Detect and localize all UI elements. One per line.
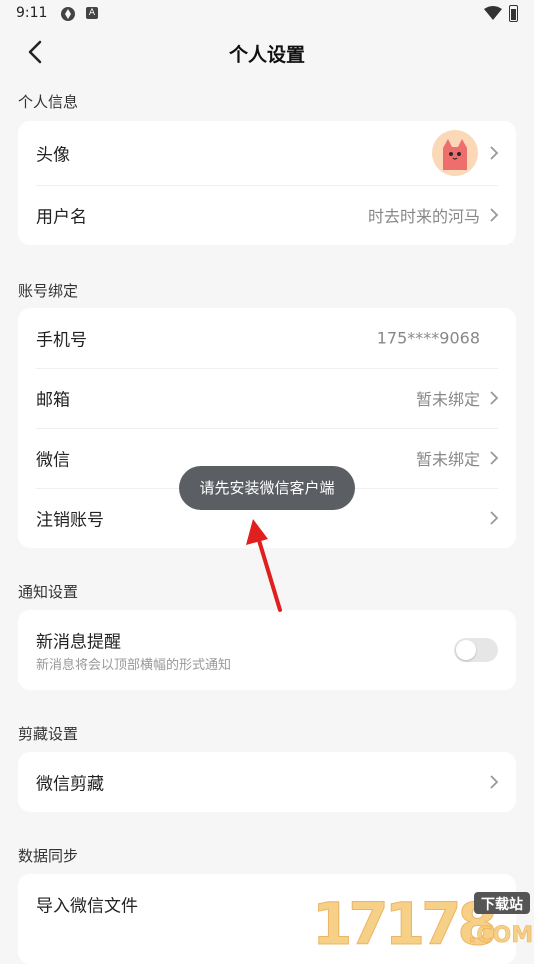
row-email[interactable]: 邮箱 暂未绑定 [18,368,516,428]
wechat-label: 微信 [36,450,70,471]
battery-icon [509,5,518,22]
status-bar: 9:11 A [0,0,534,30]
row-wechat-clip[interactable]: 微信剪藏 [18,752,516,812]
row-username[interactable]: 用户名 时去时来的河马 [18,185,516,245]
wechat-value: 暂未绑定 [415,450,480,469]
avatar[interactable] [432,130,478,176]
chevron-right-icon [490,208,499,222]
annotation-arrow [246,519,282,612]
section-title-clip: 剪藏设置 [18,725,79,743]
username-value: 时去时来的河马 [367,207,480,226]
card-notify: 新消息提醒 新消息将会以顶部横幅的形式通知 [18,610,516,690]
chevron-right-icon [490,775,499,789]
email-value: 暂未绑定 [415,390,480,409]
cancel-account-label: 注销账号 [36,510,104,531]
chevron-right-icon [490,451,499,465]
wifi-icon [484,6,502,20]
section-title-sync: 数据同步 [18,847,79,865]
chevron-right-icon [490,511,499,525]
card-account: 手机号 175****9068 邮箱 暂未绑定 微信 暂未绑定 注销账号 [18,308,516,548]
status-time: 9:11 [16,5,48,21]
site-watermark-logo: 17178 下载站 .COM [312,890,534,951]
toggle-knob [456,640,476,660]
card-clip: 微信剪藏 [18,752,516,812]
wechat-clip-label: 微信剪藏 [36,774,104,795]
card-personal: 头像 用户名 时去时来的河马 [18,121,516,245]
section-title-notify: 通知设置 [18,583,79,601]
import-wechat-file-label: 导入微信文件 [36,896,138,917]
svg-text:.COM: .COM [468,923,533,948]
phone-label: 手机号 [36,330,87,351]
row-new-message: 新消息提醒 新消息将会以顶部横幅的形式通知 [18,610,516,690]
aperture-icon [61,7,75,21]
section-title-account: 账号绑定 [18,282,79,300]
cat-avatar-icon [443,139,467,170]
avatar-label: 头像 [36,145,70,166]
a-notification-icon: A [86,7,98,19]
email-label: 邮箱 [36,390,70,411]
chevron-right-icon [490,146,499,160]
svg-text:下载站: 下载站 [481,896,523,913]
top-bar: 个人设置 [0,30,534,74]
row-phone: 手机号 175****9068 [18,308,516,368]
new-message-toggle[interactable] [454,638,498,662]
new-message-label: 新消息提醒 [36,632,121,653]
toast-message: 请先安装微信客户端 [179,466,355,510]
row-avatar[interactable]: 头像 [18,121,516,185]
phone-value: 175****9068 [376,328,480,348]
new-message-desc: 新消息将会以顶部横幅的形式通知 [36,658,232,673]
section-title-personal: 个人信息 [18,93,79,111]
username-label: 用户名 [36,207,87,228]
chevron-right-icon [490,391,499,405]
page-title: 个人设置 [228,44,305,66]
